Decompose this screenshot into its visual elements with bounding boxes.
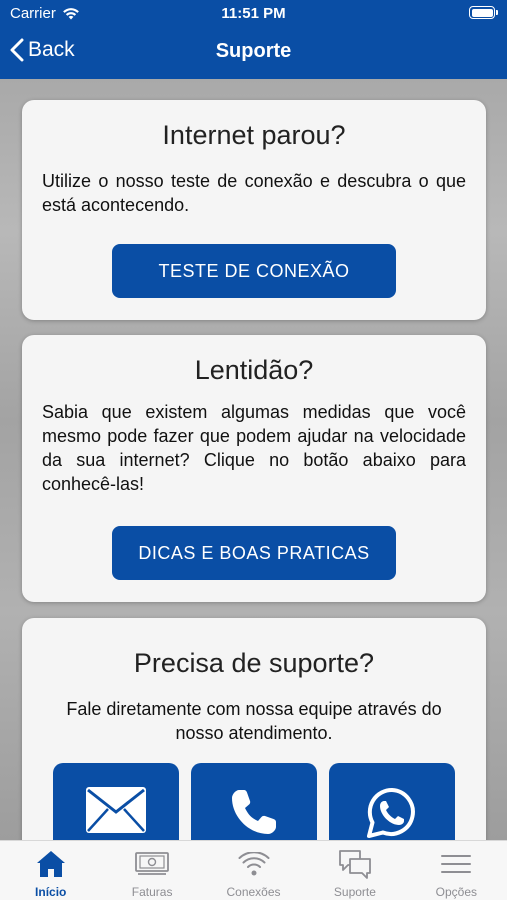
page-title: Suporte xyxy=(215,40,292,62)
chat-icon xyxy=(339,850,371,879)
card-title: Internet parou? xyxy=(162,120,346,150)
whatsapp-icon xyxy=(367,787,415,838)
bill-icon xyxy=(135,852,170,875)
card-title: Lentidão? xyxy=(194,355,314,385)
connection-test-button[interactable]: TESTE DE CONEXÃO xyxy=(112,244,396,298)
card-text: Sabia que existem algumas medidas que vo… xyxy=(42,402,466,494)
tab-opcoes[interactable]: Opções xyxy=(406,841,507,900)
status-bar: Carrier 11:51 PM xyxy=(0,0,507,28)
tab-faturas[interactable]: Faturas xyxy=(101,841,202,900)
whatsapp-contact-button[interactable] xyxy=(329,763,455,840)
phone-contact-button[interactable] xyxy=(191,763,317,840)
tab-label: Conexões xyxy=(226,885,281,899)
contact-options xyxy=(53,763,455,840)
email-icon xyxy=(86,787,146,833)
menu-icon xyxy=(441,855,472,873)
status-time: 11:51 PM xyxy=(221,5,286,22)
connection-test-card: Internet parou? Utilize o nosso teste de… xyxy=(22,100,486,320)
card-text: Utilize o nosso teste de conexão e descu… xyxy=(42,171,466,215)
tab-bar: Início Faturas Conexões Suporte Opções xyxy=(0,840,507,900)
tab-inicio[interactable]: Início xyxy=(0,841,101,900)
phone-icon xyxy=(232,790,276,834)
card-text: Fale diretamente com nossa equipe atravé… xyxy=(66,699,442,743)
tab-label: Suporte xyxy=(333,885,376,899)
navigation-bar: Back Suporte xyxy=(0,28,507,79)
card-title: Precisa de suporte? xyxy=(133,648,375,678)
support-contact-card: Precisa de suporte? Fale diretamente com… xyxy=(22,618,486,840)
support-content[interactable]: Internet parou? Utilize o nosso teste de… xyxy=(0,79,507,840)
tab-label: Início xyxy=(35,885,67,899)
slowness-card: Lentidão? Sabia que existem algumas medi… xyxy=(22,335,486,602)
tab-conexoes[interactable]: Conexões xyxy=(203,841,304,900)
email-contact-button[interactable] xyxy=(53,763,179,840)
wifi-icon xyxy=(238,852,270,876)
tab-label: Faturas xyxy=(131,885,173,899)
tab-suporte[interactable]: Suporte xyxy=(304,841,405,900)
home-icon xyxy=(36,851,65,877)
tab-label: Opções xyxy=(435,885,477,899)
tips-button[interactable]: DICAS E BOAS PRATICAS xyxy=(112,526,396,580)
battery-icon xyxy=(469,6,498,19)
